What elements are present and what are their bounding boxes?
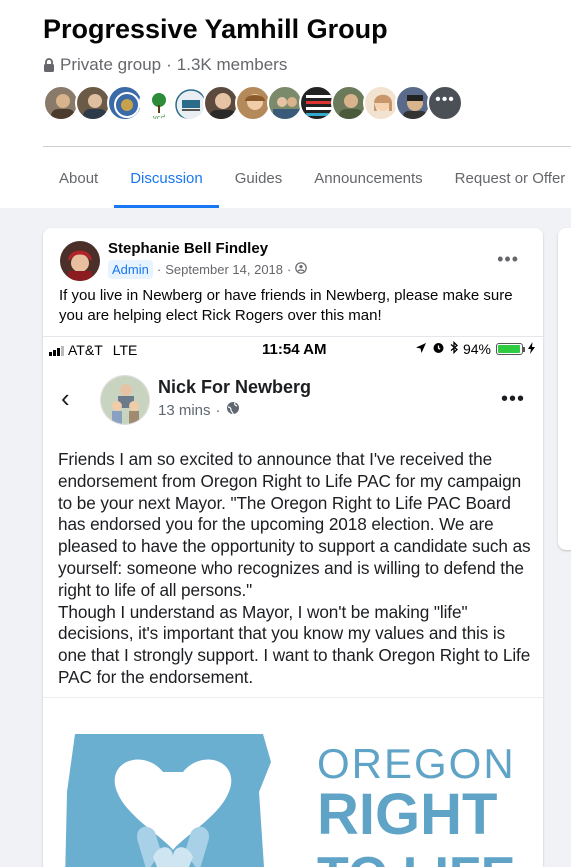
oregon-heart-hands-icon (65, 734, 271, 867)
member-avatar[interactable] (43, 85, 79, 121)
location-arrow-icon (415, 341, 427, 357)
meta-separator: · (215, 401, 221, 419)
tab-request-or-offer[interactable]: Request or Offer (439, 148, 571, 208)
page-avatar (100, 375, 150, 425)
member-avatar[interactable] (363, 85, 399, 121)
network-label: LTE (112, 342, 138, 358)
header-divider (43, 146, 571, 147)
member-avatar[interactable] (331, 85, 367, 121)
side-card (558, 228, 571, 550)
post-meta: Admin · September 14, 2018 · (108, 260, 308, 279)
post-options-button[interactable]: ••• (497, 250, 519, 268)
member-avatar[interactable] (235, 85, 271, 121)
svg-text:ycd: ycd (153, 114, 165, 121)
more-members-icon: ••• (435, 91, 455, 108)
battery-percent: 94% (462, 341, 491, 357)
members-audience-icon (295, 262, 308, 277)
alarm-icon (432, 341, 445, 357)
member-avatar[interactable] (171, 85, 207, 121)
member-avatar[interactable] (395, 85, 431, 121)
meta-separator: · (287, 262, 292, 277)
member-avatars: ycd ••• (43, 85, 463, 121)
oregon-right-to-life-logo: OREGON RIGHT TO LIFE (43, 697, 543, 867)
group-header: Progressive Yamhill Group Private group … (0, 0, 571, 208)
phone-status-bar: AT&T LTE 11:54 AM 94% (43, 337, 543, 363)
author-name[interactable]: Stephanie Bell Findley (108, 240, 268, 257)
post-date[interactable]: September 14, 2018 (165, 262, 283, 277)
more-members-button[interactable]: ••• (427, 85, 463, 121)
page-name: Nick For Newberg (158, 377, 312, 397)
carrier-label: AT&T (68, 342, 103, 358)
member-count[interactable]: 1.3K members (177, 55, 288, 75)
signal-icon (49, 344, 64, 356)
author-avatar[interactable] (60, 241, 100, 281)
attached-screenshot[interactable]: AT&T LTE 11:54 AM 94% ‹ Nick For Newberg… (43, 336, 543, 867)
member-avatar[interactable] (299, 85, 335, 121)
back-chevron-icon: ‹ (61, 383, 70, 413)
group-title[interactable]: Progressive Yamhill Group (43, 14, 388, 45)
tab-guides[interactable]: Guides (219, 148, 299, 208)
member-avatar[interactable] (267, 85, 303, 121)
meta-separator: · (156, 262, 162, 277)
post-text: If you live in Newberg or have friends i… (59, 287, 513, 324)
logo-line-right: RIGHT (317, 782, 498, 847)
battery-icon (496, 343, 525, 355)
page-post-options-icon: ••• (500, 388, 525, 410)
post-card: Stephanie Bell Findley Admin · September… (43, 228, 543, 867)
bluetooth-icon (450, 340, 458, 357)
member-avatar[interactable]: ycd (139, 85, 175, 121)
member-avatar[interactable] (107, 85, 143, 121)
tab-about[interactable]: About (43, 148, 114, 208)
globe-icon (226, 401, 240, 419)
posted-ago: 13 mins (158, 401, 211, 419)
admin-badge: Admin (108, 260, 153, 279)
charging-icon (528, 341, 535, 357)
logo-line-oregon: OREGON (317, 740, 516, 787)
tab-discussion[interactable]: Discussion (114, 148, 219, 208)
tab-announcements[interactable]: Announcements (298, 148, 438, 208)
phone-time: 11:54 AM (262, 341, 327, 358)
member-avatar[interactable] (75, 85, 111, 121)
page-post-time: 13 mins · (158, 401, 240, 419)
page-post-body: Friends I am so excited to announce that… (58, 449, 531, 687)
meta-separator: · (166, 55, 172, 74)
logo-line-to-life: TO LIFE (317, 850, 515, 867)
group-meta: Private group · 1.3K members (43, 55, 287, 75)
privacy-label: Private group (60, 55, 162, 74)
group-tabs: About Discussion Guides Announcements Re… (43, 148, 571, 208)
member-avatar[interactable] (203, 85, 239, 121)
lock-icon (43, 58, 55, 72)
